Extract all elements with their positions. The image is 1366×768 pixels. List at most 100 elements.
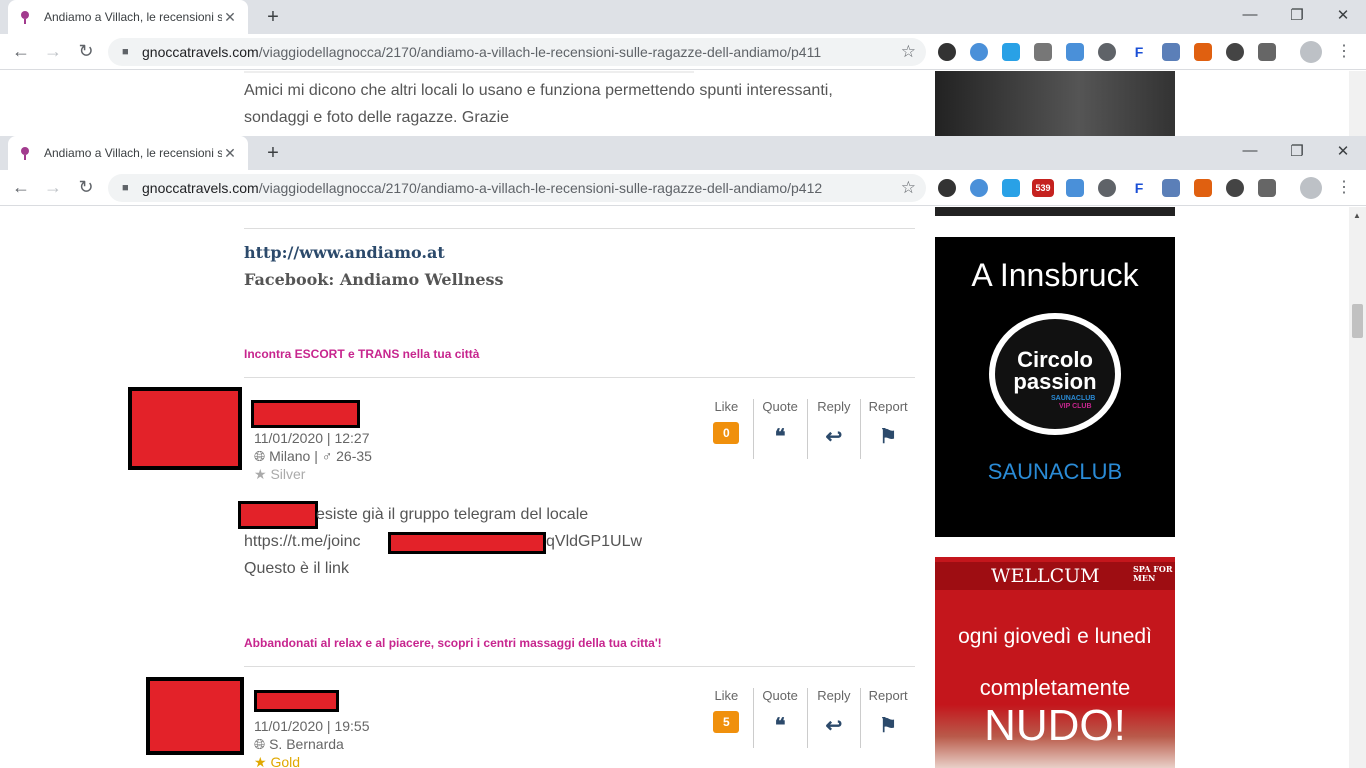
- divider: [244, 228, 915, 229]
- site-favicon-icon: [21, 11, 29, 24]
- ad-line: ogni giovedì e lunedì: [958, 625, 1152, 648]
- menu-kebab-icon[interactable]: ⋮: [1336, 177, 1352, 197]
- browser-tab[interactable]: Andiamo a Villach, le recensioni s ✕: [8, 136, 248, 170]
- screen-extension-icon[interactable]: [1162, 43, 1180, 61]
- bookmark-star-icon[interactable]: ☆: [901, 42, 916, 62]
- logo-text: Circolo passion: [1013, 347, 1097, 394]
- minimize-button[interactable]: —: [1240, 6, 1260, 23]
- promo-link[interactable]: Abbandonati al relax e al piacere, scopr…: [244, 636, 662, 650]
- avatar[interactable]: [146, 677, 244, 755]
- redacted-username[interactable]: [251, 400, 360, 428]
- back-button[interactable]: ←: [10, 177, 32, 198]
- profile-avatar-icon[interactable]: [1300, 41, 1322, 63]
- telegram-link[interactable]: https://t.me/joinc: [244, 528, 361, 555]
- reply-button[interactable]: Reply ↩: [808, 399, 862, 459]
- like-count: 5: [713, 711, 740, 733]
- ad-innsbruck[interactable]: A Innsbruck Circolo passion SAUNACLUB VI…: [935, 237, 1175, 537]
- like-button[interactable]: Like 0: [700, 399, 754, 459]
- report-button[interactable]: Report ⚑: [861, 688, 915, 748]
- post-text-line: sondaggi e foto delle ragazze. Grazie: [244, 109, 510, 126]
- bookmark-star-icon[interactable]: ☆: [901, 178, 916, 198]
- download-extension-icon[interactable]: [938, 43, 956, 61]
- reload-button[interactable]: ↻: [75, 41, 97, 62]
- post-location: 🌐︎ S. Bernarda: [254, 736, 344, 752]
- close-window-button[interactable]: ✕: [1333, 142, 1353, 160]
- close-window-button[interactable]: ✕: [1333, 6, 1353, 24]
- ad-image-top[interactable]: [935, 71, 1175, 136]
- chat-extension-icon[interactable]: [970, 179, 988, 197]
- telegram-extension-icon[interactable]: [1002, 179, 1020, 197]
- scrollbar[interactable]: [1349, 71, 1366, 136]
- quote-button[interactable]: Quote ❝: [754, 688, 808, 748]
- post-actions: Like 5 Quote ❝ Reply ↩ Report ⚑: [700, 688, 915, 748]
- ad-wellcum[interactable]: WELLCUM SPA FOR MEN ogni giovedì e luned…: [935, 557, 1175, 768]
- f-extension-icon[interactable]: F: [1130, 43, 1148, 61]
- post-actions: Like 0 Quote ❝ Reply ↩ Report ⚑: [700, 399, 915, 459]
- post-meta: 11/01/2020 | 19:55 🌐︎ S. Bernarda ★ Gold: [254, 717, 369, 768]
- scroll-up-icon[interactable]: ▲: [1353, 211, 1361, 220]
- restore-button[interactable]: ❐: [1287, 142, 1307, 160]
- ad-tag: SPA FOR MEN: [1133, 564, 1173, 583]
- avatar[interactable]: [128, 387, 242, 470]
- scrollbar-thumb[interactable]: [1352, 304, 1363, 338]
- screen-extension-icon[interactable]: [1162, 179, 1180, 197]
- address-bar[interactable]: ■ gnoccatravels.com/viaggiodellagnocca/2…: [108, 174, 926, 202]
- divider: [244, 377, 915, 378]
- terminal-extension-icon[interactable]: [1258, 43, 1276, 61]
- robot-extension-icon[interactable]: [1226, 179, 1244, 197]
- tracker-extension-icon[interactable]: [1098, 179, 1116, 197]
- ad-title: A Innsbruck: [971, 257, 1139, 293]
- forward-button[interactable]: →: [42, 177, 64, 198]
- close-tab-icon[interactable]: ✕: [222, 145, 238, 162]
- ad-line: NUDO!: [984, 701, 1126, 750]
- ad-banner-cropped[interactable]: [935, 207, 1175, 216]
- chat-extension-icon[interactable]: [970, 43, 988, 61]
- arrow-extension-icon[interactable]: [1194, 43, 1212, 61]
- website-link[interactable]: http://www.andiamo.at: [244, 243, 445, 262]
- gmail-extension-icon[interactable]: [1034, 43, 1052, 61]
- star-icon: ★: [254, 466, 267, 482]
- arrow-extension-icon[interactable]: [1194, 179, 1212, 197]
- minimize-button[interactable]: —: [1240, 142, 1260, 159]
- facebook-text: Facebook: Andiamo Wellness: [244, 270, 504, 289]
- reply-button[interactable]: Reply ↩: [808, 688, 862, 748]
- address-bar[interactable]: ■ gnoccatravels.com/viaggiodellagnocca/2…: [108, 38, 926, 66]
- profile-avatar-icon[interactable]: [1300, 177, 1322, 199]
- terminal-extension-icon[interactable]: [1258, 179, 1276, 197]
- promo-link[interactable]: Incontra ESCORT e TRANS nella tua città: [244, 347, 479, 361]
- download-extension-icon[interactable]: [938, 179, 956, 197]
- globe-icon: 🌐︎: [254, 736, 266, 752]
- window2-page: http://www.andiamo.at Facebook: Andiamo …: [0, 207, 1366, 768]
- quote-button[interactable]: Quote ❝: [754, 399, 808, 459]
- telegram-extension-icon[interactable]: [1002, 43, 1020, 61]
- play-extension-icon[interactable]: [1066, 179, 1084, 197]
- redacted-username[interactable]: [254, 690, 339, 712]
- restore-button[interactable]: ❐: [1287, 6, 1307, 24]
- tracker-extension-icon[interactable]: [1098, 43, 1116, 61]
- scrollbar[interactable]: ▲: [1349, 207, 1366, 768]
- f-extension-icon[interactable]: F: [1130, 179, 1148, 197]
- reply-icon: ↩: [825, 426, 843, 448]
- back-button[interactable]: ←: [10, 41, 32, 62]
- forward-button[interactable]: →: [42, 41, 64, 62]
- quote-icon: ❝: [774, 715, 786, 737]
- browser-toolbar: ← → ↻ ■ gnoccatravels.com/viaggiodellagn…: [0, 34, 1366, 70]
- menu-kebab-icon[interactable]: ⋮: [1336, 41, 1352, 61]
- post-text-line: esiste già il gruppo telegram del locale: [316, 506, 589, 523]
- report-button[interactable]: Report ⚑: [861, 399, 915, 459]
- like-button[interactable]: Like 5: [700, 688, 754, 748]
- gmail-extension-icon[interactable]: 539: [1032, 179, 1054, 197]
- robot-extension-icon[interactable]: [1226, 43, 1244, 61]
- globe-icon: 🌐︎: [254, 448, 266, 464]
- play-extension-icon[interactable]: [1066, 43, 1084, 61]
- reload-button[interactable]: ↻: [75, 177, 97, 198]
- close-tab-icon[interactable]: ✕: [222, 9, 238, 26]
- post-meta: 11/01/2020 | 12:27 🌐︎ Milano | ♂ 26-35 ★…: [254, 429, 372, 483]
- new-tab-button[interactable]: +: [262, 6, 284, 29]
- url-host: gnoccatravels.com: [142, 44, 259, 60]
- ad-bottom-text: SAUNACLUB: [987, 459, 1123, 484]
- browser-tab[interactable]: Andiamo a Villach, le recensioni s ✕: [8, 0, 248, 34]
- telegram-link-suffix[interactable]: qVldGP1ULw: [546, 528, 642, 555]
- window1-page: Amici mi dicono che altri locali lo usan…: [0, 71, 1366, 136]
- new-tab-button[interactable]: +: [262, 142, 284, 165]
